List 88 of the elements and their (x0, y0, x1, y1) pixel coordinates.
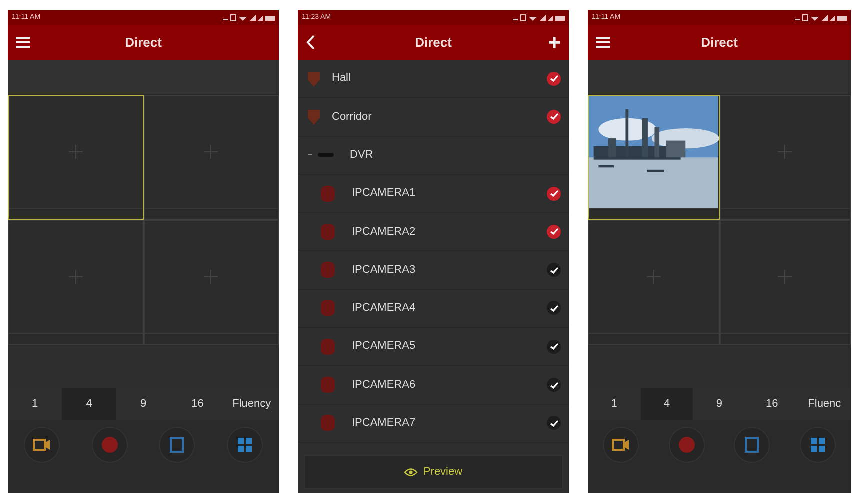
device-name: IPCAMERA6 (352, 378, 416, 393)
check-icon (550, 420, 558, 427)
split-tab[interactable]: 9 (116, 388, 171, 420)
select-toggle[interactable] (547, 416, 561, 430)
device-name: IPCAMERA7 (352, 416, 416, 432)
device-name: IPCAMERA4 (352, 301, 416, 316)
check-icon (550, 228, 558, 236)
device-row[interactable]: IPCAMERA4 (298, 290, 569, 328)
video-cell[interactable] (720, 220, 851, 345)
signal-battery-icon (513, 14, 565, 22)
select-toggle[interactable] (547, 378, 561, 392)
video-cell[interactable] (8, 95, 144, 220)
device-name: IPCAMERA5 (352, 339, 416, 354)
select-toggle[interactable] (547, 263, 561, 278)
preview-button[interactable]: Preview (304, 455, 563, 489)
check-icon (550, 190, 558, 198)
menu-icon[interactable] (596, 37, 610, 48)
shield-icon (306, 70, 322, 88)
device-name: Hall (332, 71, 351, 86)
device-row[interactable]: Corridor (298, 98, 569, 137)
split-tab[interactable]: 4 (640, 388, 694, 420)
eye-icon (404, 468, 418, 476)
video-cell[interactable] (720, 95, 851, 220)
device-row[interactable]: IPCAMERA3 (298, 251, 569, 290)
close-window-button[interactable] (159, 427, 196, 463)
menu-icon[interactable] (16, 37, 30, 48)
device-name: IPCAMERA1 (352, 186, 416, 202)
check-icon (550, 343, 558, 350)
split-tab[interactable]: 16 (746, 388, 798, 420)
window-title: Direct (125, 34, 162, 52)
device-name: DVR (350, 148, 374, 163)
plus-icon (68, 144, 84, 160)
shield-icon (306, 108, 322, 126)
plus-icon (203, 144, 220, 160)
plus-icon (777, 269, 794, 285)
plus-icon (777, 144, 794, 160)
plus-icon (203, 269, 220, 285)
video-button[interactable] (602, 427, 639, 463)
window-title: Direct (415, 34, 452, 52)
check-icon (550, 113, 558, 120)
device-row[interactable]: IPCAMERA1 (298, 174, 569, 214)
split-tab[interactable]: 1 (8, 388, 62, 420)
video-cell[interactable] (144, 220, 279, 345)
device-row[interactable]: IPCAMERA7 (298, 404, 569, 443)
device-row[interactable]: IPCAMERA2 (298, 213, 569, 252)
video-cell[interactable] (144, 95, 279, 220)
device-name: IPCAMERA2 (352, 224, 416, 240)
select-toggle[interactable] (547, 340, 561, 354)
device-row[interactable]: Hall (298, 60, 569, 98)
device-row[interactable]: IPCAMERA6 (298, 366, 569, 405)
add-button[interactable]: + (548, 32, 561, 54)
back-icon[interactable] (306, 35, 315, 50)
signal-battery-icon (223, 14, 275, 22)
device-name: IPCAMERA3 (352, 262, 416, 278)
check-icon (550, 382, 558, 389)
select-toggle[interactable] (547, 301, 561, 316)
grid-button[interactable] (800, 427, 836, 463)
check-icon (550, 304, 558, 312)
select-toggle[interactable] (547, 186, 561, 201)
split-tab[interactable]: 16 (170, 388, 225, 420)
plus-icon (68, 269, 84, 285)
window-title: Direct (701, 34, 738, 52)
device-row[interactable]: DVR (298, 136, 569, 175)
plus-icon (646, 269, 662, 285)
record-icon (678, 437, 695, 453)
record-icon (102, 437, 118, 453)
check-icon (550, 266, 558, 274)
split-tab[interactable]: Fluenc (798, 388, 851, 420)
select-toggle[interactable] (547, 224, 561, 239)
window-icon (745, 437, 760, 453)
split-tab[interactable]: 1 (588, 388, 641, 420)
close-window-button[interactable] (734, 427, 770, 463)
grid-icon (811, 438, 826, 452)
split-tab[interactable]: 9 (693, 388, 746, 420)
grid-button[interactable] (227, 427, 264, 463)
device-row[interactable]: IPCAMERA5 (298, 328, 569, 366)
select-toggle[interactable] (547, 110, 561, 124)
split-tab[interactable]: 4 (62, 388, 116, 420)
select-toggle[interactable] (547, 72, 561, 86)
grid-icon (238, 438, 252, 452)
check-icon (550, 75, 558, 82)
device-name: Corridor (332, 110, 372, 125)
video-cell[interactable] (8, 220, 144, 345)
video-button[interactable] (24, 427, 60, 463)
window-icon (170, 437, 184, 453)
video-cell[interactable] (588, 220, 720, 345)
signal-battery-icon (795, 14, 847, 22)
split-tab[interactable]: Fluency (224, 388, 279, 420)
